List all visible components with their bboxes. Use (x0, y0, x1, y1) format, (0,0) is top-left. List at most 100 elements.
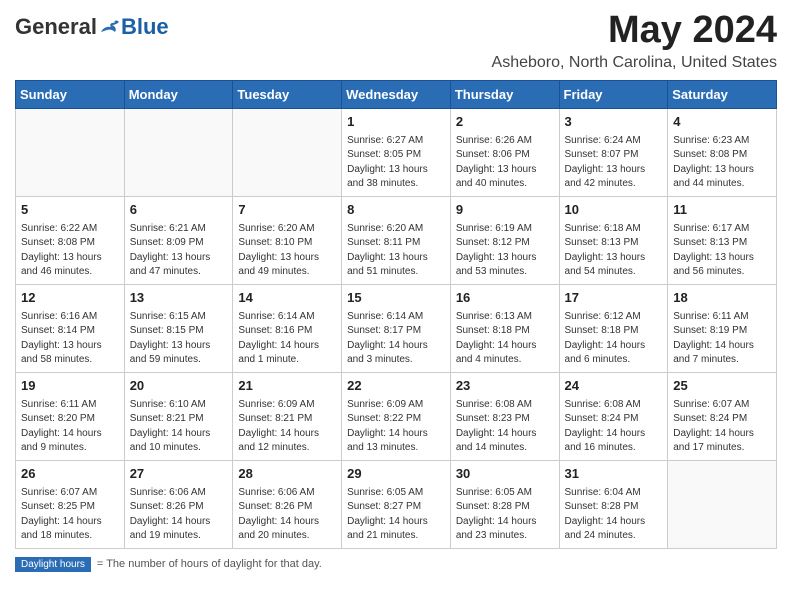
calendar-cell: 14 Sunrise: 6:14 AM Sunset: 8:16 PM Dayli… (233, 284, 342, 372)
day-number: 25 (673, 377, 771, 396)
day-number: 18 (673, 289, 771, 308)
day-info: Sunrise: 6:14 AM Sunset: 8:16 PM Dayligh… (238, 310, 336, 368)
calendar-cell: 1 Sunrise: 6:27 AM Sunset: 8:05 PM Daylig… (342, 108, 451, 196)
calendar-week-row: 12Sunrise: 6:16 AM Sunset: 8:14 PM Dayli… (16, 284, 777, 372)
day-header-friday: Friday (559, 80, 668, 108)
day-header-sunday: Sunday (16, 80, 125, 108)
calendar-cell: 4 Sunrise: 6:23 AM Sunset: 8:08 PM Daylig… (668, 108, 777, 196)
day-header-thursday: Thursday (450, 80, 559, 108)
day-info: Sunrise: 6:26 AM Sunset: 8:06 PM Dayligh… (456, 134, 554, 192)
day-header-monday: Monday (124, 80, 233, 108)
calendar-cell: 19Sunrise: 6:11 AM Sunset: 8:20 PM Dayli… (16, 372, 125, 460)
calendar-cell: 9 Sunrise: 6:19 AM Sunset: 8:12 PM Daylig… (450, 196, 559, 284)
calendar-cell: 12Sunrise: 6:16 AM Sunset: 8:14 PM Dayli… (16, 284, 125, 372)
calendar-week-row: 19Sunrise: 6:11 AM Sunset: 8:20 PM Dayli… (16, 372, 777, 460)
logo-bird-icon (99, 18, 121, 36)
day-number: 28 (238, 465, 336, 484)
calendar-cell: 26 Sunrise: 6:07 AM Sunset: 8:25 PM Dayli… (16, 460, 125, 548)
calendar-cell: 16 Sunrise: 6:13 AM Sunset: 8:18 PM Dayli… (450, 284, 559, 372)
calendar-cell: 24Sunrise: 6:08 AM Sunset: 8:24 PM Dayli… (559, 372, 668, 460)
day-info: Sunrise: 6:11 AM Sunset: 8:19 PM Dayligh… (673, 310, 771, 368)
day-info: Sunrise: 6:20 AM Sunset: 8:11 PM Dayligh… (347, 222, 445, 280)
day-info: Sunrise: 6:04 AM Sunset: 8:28 PM Dayligh… (565, 486, 663, 544)
calendar-cell: 27 Sunrise: 6:06 AM Sunset: 8:26 PM Dayli… (124, 460, 233, 548)
calendar-cell: 21Sunrise: 6:09 AM Sunset: 8:21 PM Dayli… (233, 372, 342, 460)
calendar-cell: 15Sunrise: 6:14 AM Sunset: 8:17 PM Dayli… (342, 284, 451, 372)
calendar-cell (233, 108, 342, 196)
calendar-cell: 10 Sunrise: 6:18 AM Sunset: 8:13 PM Dayli… (559, 196, 668, 284)
day-number: 31 (565, 465, 663, 484)
day-info: Sunrise: 6:19 AM Sunset: 8:12 PM Dayligh… (456, 222, 554, 280)
title-area: May 2024 Asheboro, North Carolina, Unite… (492, 10, 777, 72)
day-info: Sunrise: 6:08 AM Sunset: 8:23 PM Dayligh… (456, 398, 554, 456)
day-info: Sunrise: 6:23 AM Sunset: 8:08 PM Dayligh… (673, 134, 771, 192)
day-info: Sunrise: 6:27 AM Sunset: 8:05 PM Dayligh… (347, 134, 445, 192)
calendar-cell: 29Sunrise: 6:05 AM Sunset: 8:27 PM Dayli… (342, 460, 451, 548)
day-info: Sunrise: 6:17 AM Sunset: 8:13 PM Dayligh… (673, 222, 771, 280)
day-header-tuesday: Tuesday (233, 80, 342, 108)
day-info: Sunrise: 6:13 AM Sunset: 8:18 PM Dayligh… (456, 310, 554, 368)
calendar-cell: 31 Sunrise: 6:04 AM Sunset: 8:28 PM Dayli… (559, 460, 668, 548)
day-number: 24 (565, 377, 663, 396)
day-info: Sunrise: 6:06 AM Sunset: 8:26 PM Dayligh… (130, 486, 228, 544)
calendar-cell: 17 Sunrise: 6:12 AM Sunset: 8:18 PM Dayli… (559, 284, 668, 372)
calendar-cell (668, 460, 777, 548)
calendar-cell: 25 Sunrise: 6:07 AM Sunset: 8:24 PM Dayli… (668, 372, 777, 460)
day-number: 3 (565, 113, 663, 132)
day-number: 26 (21, 465, 119, 484)
day-info: Sunrise: 6:24 AM Sunset: 8:07 PM Dayligh… (565, 134, 663, 192)
location-title: Asheboro, North Carolina, United States (492, 54, 777, 72)
day-info: Sunrise: 6:05 AM Sunset: 8:28 PM Dayligh… (456, 486, 554, 544)
day-number: 22 (347, 377, 445, 396)
calendar-cell: 11 Sunrise: 6:17 AM Sunset: 8:13 PM Dayli… (668, 196, 777, 284)
day-number: 27 (130, 465, 228, 484)
day-number: 23 (456, 377, 554, 396)
day-info: Sunrise: 6:22 AM Sunset: 8:08 PM Dayligh… (21, 222, 119, 280)
day-number: 9 (456, 201, 554, 220)
day-info: Sunrise: 6:10 AM Sunset: 8:21 PM Dayligh… (130, 398, 228, 456)
day-number: 17 (565, 289, 663, 308)
day-number: 11 (673, 201, 771, 220)
calendar-cell: 7Sunrise: 6:20 AM Sunset: 8:10 PM Daylig… (233, 196, 342, 284)
calendar-cell: 30Sunrise: 6:05 AM Sunset: 8:28 PM Dayli… (450, 460, 559, 548)
day-info: Sunrise: 6:15 AM Sunset: 8:15 PM Dayligh… (130, 310, 228, 368)
calendar-cell: 6Sunrise: 6:21 AM Sunset: 8:09 PM Daylig… (124, 196, 233, 284)
calendar-cell: 18 Sunrise: 6:11 AM Sunset: 8:19 PM Dayli… (668, 284, 777, 372)
day-number: 7 (238, 201, 336, 220)
day-header-saturday: Saturday (668, 80, 777, 108)
calendar-week-row: 1 Sunrise: 6:27 AM Sunset: 8:05 PM Daylig… (16, 108, 777, 196)
day-number: 10 (565, 201, 663, 220)
calendar-cell: 8 Sunrise: 6:20 AM Sunset: 8:11 PM Daylig… (342, 196, 451, 284)
day-number: 1 (347, 113, 445, 132)
day-info: Sunrise: 6:07 AM Sunset: 8:24 PM Dayligh… (673, 398, 771, 456)
day-number: 14 (238, 289, 336, 308)
day-number: 16 (456, 289, 554, 308)
day-header-wednesday: Wednesday (342, 80, 451, 108)
day-number: 5 (21, 201, 119, 220)
calendar-cell (16, 108, 125, 196)
logo: General Blue (15, 16, 169, 38)
day-number: 20 (130, 377, 228, 396)
logo-blue-text: Blue (121, 16, 169, 38)
calendar-table: SundayMondayTuesdayWednesdayThursdayFrid… (15, 80, 777, 549)
calendar-week-row: 5 Sunrise: 6:22 AM Sunset: 8:08 PM Daylig… (16, 196, 777, 284)
day-number: 2 (456, 113, 554, 132)
day-info: Sunrise: 6:18 AM Sunset: 8:13 PM Dayligh… (565, 222, 663, 280)
day-info: Sunrise: 6:14 AM Sunset: 8:17 PM Dayligh… (347, 310, 445, 368)
day-number: 13 (130, 289, 228, 308)
calendar-cell: 28 Sunrise: 6:06 AM Sunset: 8:26 PM Dayli… (233, 460, 342, 548)
day-number: 8 (347, 201, 445, 220)
day-number: 4 (673, 113, 771, 132)
day-info: Sunrise: 6:07 AM Sunset: 8:25 PM Dayligh… (21, 486, 119, 544)
day-info: Sunrise: 6:12 AM Sunset: 8:18 PM Dayligh… (565, 310, 663, 368)
day-number: 19 (21, 377, 119, 396)
day-info: Sunrise: 6:16 AM Sunset: 8:14 PM Dayligh… (21, 310, 119, 368)
calendar-cell: 5 Sunrise: 6:22 AM Sunset: 8:08 PM Daylig… (16, 196, 125, 284)
day-info: Sunrise: 6:06 AM Sunset: 8:26 PM Dayligh… (238, 486, 336, 544)
calendar-cell: 23 Sunrise: 6:08 AM Sunset: 8:23 PM Dayli… (450, 372, 559, 460)
day-info: Sunrise: 6:21 AM Sunset: 8:09 PM Dayligh… (130, 222, 228, 280)
day-info: Sunrise: 6:09 AM Sunset: 8:22 PM Dayligh… (347, 398, 445, 456)
month-title: May 2024 (492, 10, 777, 52)
header: General Blue May 2024 Asheboro, North Ca… (15, 10, 777, 72)
day-info: Sunrise: 6:09 AM Sunset: 8:21 PM Dayligh… (238, 398, 336, 456)
